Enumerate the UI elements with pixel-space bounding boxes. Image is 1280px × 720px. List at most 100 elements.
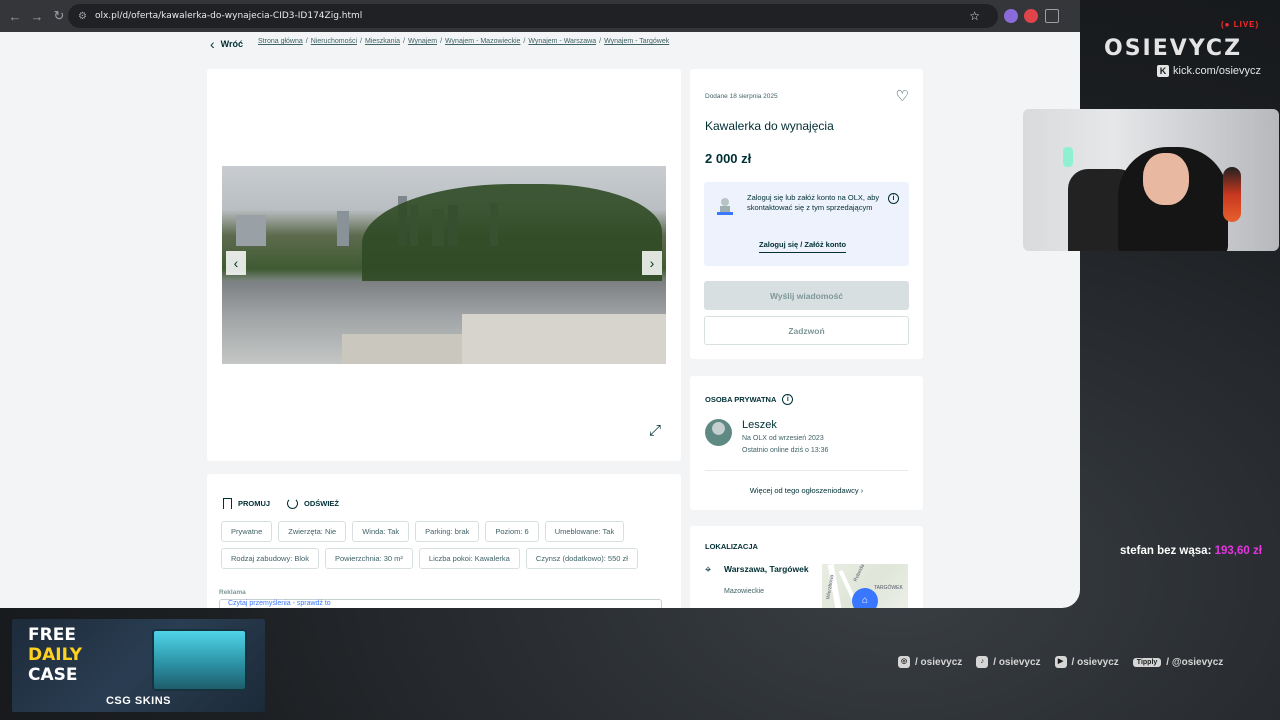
parameter-tag: Parking: brak xyxy=(415,521,480,542)
kick-url: kick.com/osievycz xyxy=(1173,65,1262,77)
map-street-label: Rolanda xyxy=(852,564,866,583)
parameter-tag: Prywatne xyxy=(221,521,273,542)
breadcrumb-item[interactable]: Mieszkania xyxy=(365,38,400,45)
gallery-prev-button[interactable]: ‹ xyxy=(226,251,246,275)
call-button[interactable]: Zadzwoń xyxy=(704,316,909,345)
webcam-feed xyxy=(1023,109,1279,251)
back-label: Wróć xyxy=(220,39,244,49)
avatar xyxy=(705,419,732,446)
ad-banner[interactable]: Czytaj przemyślenia - sprawdź to xyxy=(219,599,662,608)
live-label: LIVE xyxy=(1233,20,1256,29)
reload-icon[interactable]: ↻ xyxy=(48,5,70,27)
chevron-right-icon: › xyxy=(860,486,864,495)
offer-card: Dodane 18 sierpnia 2025 ♡ Kawalerka do w… xyxy=(690,69,923,359)
location-card: LOKALIZACJA ⌖ Warszawa, Targówek Mazowie… xyxy=(690,526,923,608)
person-illustration-icon xyxy=(717,198,733,215)
breadcrumb-item[interactable]: Strona główna xyxy=(258,38,303,45)
tipply-icon: Tipply xyxy=(1132,657,1162,667)
social-tiktok: ♪ / osievycz xyxy=(976,656,1041,668)
breadcrumb-item[interactable]: Wynajem - Warszawa xyxy=(528,38,596,45)
refresh-label: ODŚWIEŻ xyxy=(304,499,339,508)
extension-icon[interactable] xyxy=(1024,9,1038,23)
listing-details: PROMUJ ODŚWIEŻ Prywatne Zwierzęta: Nie W… xyxy=(207,474,681,608)
extension-icon[interactable] xyxy=(1004,9,1018,23)
parameter-tag: Umeblowane: Tak xyxy=(544,521,625,542)
map-district-label: TARGÓWEK xyxy=(874,585,903,591)
parameter-tag: Liczba pokoi: Kawalerka xyxy=(418,548,520,569)
seller-name: Leszek xyxy=(742,419,777,431)
donation-goal-amount: 193,60 zł xyxy=(1214,545,1262,557)
social-links: ◎ / osievycz ♪ / osievycz ▶ / osievycz T… xyxy=(898,656,1223,668)
breadcrumb-item[interactable]: Nieruchomości xyxy=(311,38,357,45)
map-marker-icon[interactable]: ⌂ xyxy=(852,588,878,608)
social-instagram: ◎ / osievycz xyxy=(898,656,962,668)
back-arrow-icon[interactable]: ← xyxy=(4,5,26,27)
case-crate-icon xyxy=(152,629,247,691)
address-bar[interactable]: ⚙ olx.pl/d/oferta/kawalerka-do-wynajecia… xyxy=(68,4,998,28)
rooftops xyxy=(222,281,666,364)
location-city: Warszawa, Targówek xyxy=(724,564,809,574)
offer-price: 2 000 zł xyxy=(705,151,752,166)
parameter-tag: Winda: Tak xyxy=(352,521,410,542)
forward-arrow-icon[interactable]: → xyxy=(26,5,48,27)
send-message-button[interactable]: Wyślij wiadomość xyxy=(704,281,909,310)
promo-headline: FREE DAILY CASE xyxy=(28,625,83,685)
info-icon[interactable]: i xyxy=(782,394,794,405)
tiktok-icon: ♪ xyxy=(976,656,989,668)
more-from-seller-label: Więcej od tego ogłoszeniodawcy xyxy=(749,486,859,495)
ad-label: Reklama xyxy=(219,589,246,596)
breadcrumb-item[interactable]: Wynajem - Targówek xyxy=(604,38,669,45)
promote-button[interactable]: PROMUJ xyxy=(223,498,270,509)
streamer-logo: OSIEVYCZ xyxy=(1104,36,1243,61)
login-prompt-text: Zaloguj się lub załóż konto na OLX, aby … xyxy=(747,193,880,212)
site-info-icon[interactable]: ⚙ xyxy=(78,11,87,22)
location-region: Mazowieckie xyxy=(724,588,765,595)
instagram-icon: ◎ xyxy=(898,656,910,668)
chevron-left-icon: ‹ xyxy=(210,36,215,52)
seller-heading-text: OSOBA PRYWATNA xyxy=(705,395,777,404)
browser-window: ← → ↻ ⚙ olx.pl/d/oferta/kawalerka-do-wyn… xyxy=(0,0,1080,608)
parameter-tags: Prywatne Zwierzęta: Nie Winda: Tak Parki… xyxy=(221,521,671,569)
bookmark-icon xyxy=(223,498,232,509)
posted-date: Dodane 18 sierpnia 2025 xyxy=(705,93,778,100)
divider xyxy=(705,470,908,471)
kick-icon: K xyxy=(1157,65,1169,77)
login-link[interactable]: Zaloguj się / Załóż konto xyxy=(759,240,847,253)
parameter-tag: Rodzaj zabudowy: Blok xyxy=(221,548,319,569)
heart-icon[interactable]: ♡ xyxy=(896,87,909,105)
location-map[interactable]: Rolanda TARGÓWEK Wierzbowa ⌂ xyxy=(822,564,908,608)
bookmark-star-icon[interactable]: ☆ xyxy=(969,9,980,23)
social-tipply: Tipply / @osievycz xyxy=(1132,656,1223,668)
seller-card: OSOBA PRYWATNA i Leszek Na OLX od wrzesi… xyxy=(690,376,923,510)
extensions-puzzle-icon[interactable] xyxy=(1045,9,1059,23)
promote-label: PROMUJ xyxy=(238,499,271,508)
live-badge: (● LIVE) xyxy=(1221,20,1260,29)
info-icon[interactable]: i xyxy=(888,193,899,204)
youtube-icon: ▶ xyxy=(1054,656,1067,668)
parameter-tag: Poziom: 6 xyxy=(485,521,539,542)
gallery-next-button[interactable]: › xyxy=(642,251,662,275)
breadcrumb-item[interactable]: Wynajem xyxy=(408,38,437,45)
parameter-tag: Zwierzęta: Nie xyxy=(278,521,347,542)
seller-heading: OSOBA PRYWATNA i xyxy=(705,394,794,405)
donation-goal-label: stefan bez wąsa: xyxy=(1120,545,1212,557)
microphone xyxy=(1223,167,1241,222)
listing-photo[interactable] xyxy=(222,166,666,364)
parameter-tag: Czynsz (dodatkowo): 550 zł xyxy=(525,548,638,569)
seller-last-online: Ostatnio online dziś o 13:36 xyxy=(742,447,829,454)
donation-goal: stefan bez wąsa: 193,60 zł xyxy=(1120,545,1262,557)
kick-channel: K kick.com/osievycz xyxy=(1157,65,1261,77)
breadcrumb-item[interactable]: Wynajem - Mazowieckie xyxy=(445,38,520,45)
olx-page: ‹ Wróć Strona główna / Nieruchomości / Miesz… xyxy=(0,32,1080,608)
sponsor-name: CSG SKINS xyxy=(105,695,171,707)
back-link[interactable]: ‹ Wróć xyxy=(210,36,243,52)
refresh-button[interactable]: ODŚWIEŻ xyxy=(287,498,339,509)
fullscreen-expand-icon[interactable]: ⤢ xyxy=(649,422,661,439)
parameter-tag: Powierzchnia: 30 m² xyxy=(324,548,413,569)
sponsor-banner: FREE DAILY CASE CSG SKINS xyxy=(12,619,265,712)
more-from-seller-link[interactable]: Więcej od tego ogłoszeniodawcy › xyxy=(690,486,923,495)
browser-toolbar: ← → ↻ ⚙ olx.pl/d/oferta/kawalerka-do-wyn… xyxy=(0,0,1080,32)
photo-gallery: ‹ › ⤢ xyxy=(207,69,681,461)
breadcrumb: Strona główna / Nieruchomości / Mieszkania / W… xyxy=(258,38,670,45)
url-text: olx.pl/d/oferta/kawalerka-do-wynajecia-C… xyxy=(94,11,363,21)
